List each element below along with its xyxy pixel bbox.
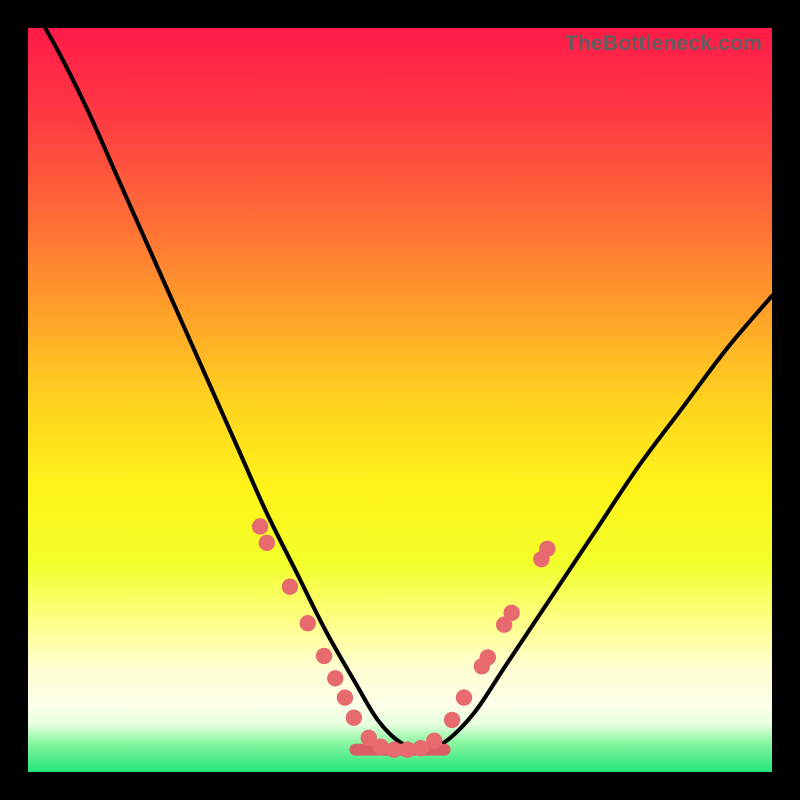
curve-marker	[456, 689, 472, 705]
curve-layer	[28, 28, 772, 772]
curve-marker	[259, 535, 275, 551]
curve-marker	[316, 648, 332, 664]
curve-marker	[252, 518, 268, 534]
curve-marker	[539, 541, 555, 557]
curve-marker	[346, 710, 362, 726]
chart-stage: TheBottleneck.com	[0, 0, 800, 800]
curve-marker	[300, 615, 316, 631]
plot-area: TheBottleneck.com	[28, 28, 772, 772]
curve-marker	[503, 605, 519, 621]
marker-group	[252, 518, 556, 758]
curve-marker	[337, 689, 353, 705]
curve-marker	[282, 579, 298, 595]
curve-marker	[327, 670, 343, 686]
curve-marker	[426, 733, 442, 749]
curve-marker	[444, 712, 460, 728]
watermark-text: TheBottleneck.com	[565, 32, 762, 56]
curve-marker	[480, 649, 496, 665]
bottleneck-curve	[28, 28, 772, 750]
